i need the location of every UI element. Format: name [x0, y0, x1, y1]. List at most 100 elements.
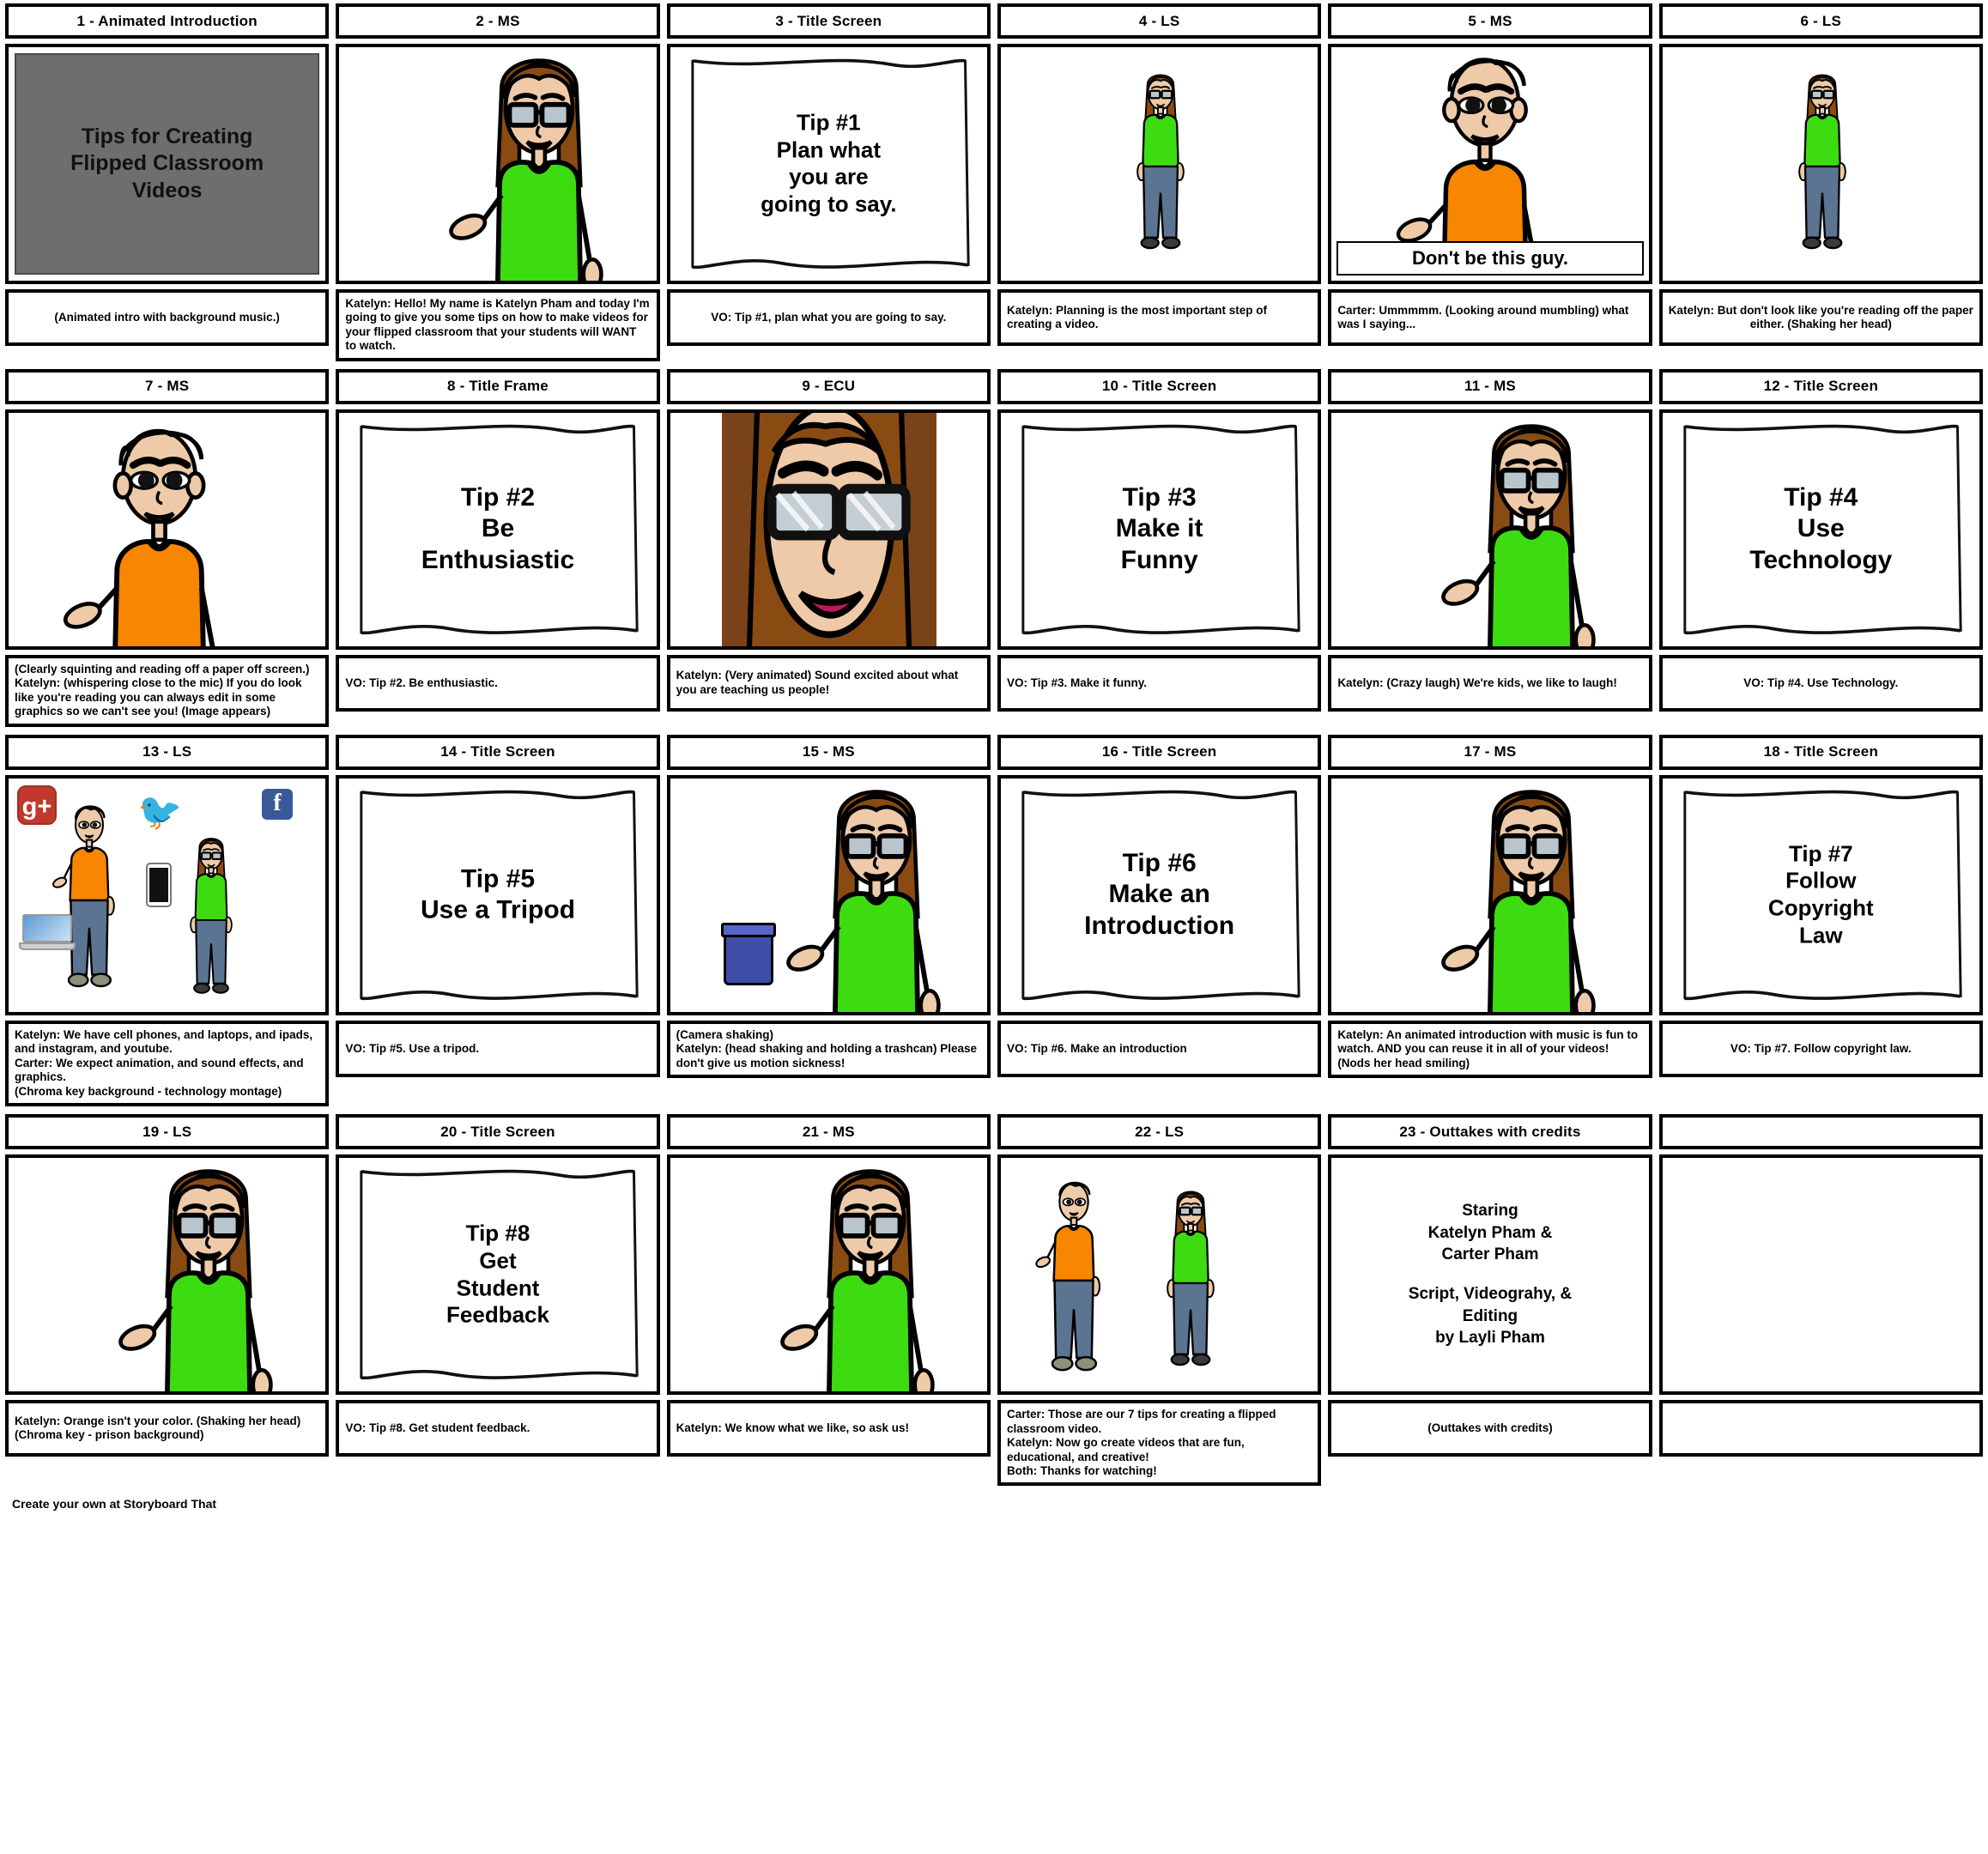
storyboard-cell[interactable]: 9 - ECU Katelyn: (Very animated) Sound e… [666, 368, 991, 727]
paper-title-line: Feedback [446, 1301, 549, 1328]
panel-caption[interactable]: Katelyn: Hello! My name is Katelyn Pham … [336, 289, 660, 361]
caption-line: (Outtakes with credits) [1427, 1421, 1553, 1434]
paper-title-line: Follow [1785, 868, 1857, 894]
panel-title: 21 - MS [666, 1114, 991, 1150]
panel-artwork [1658, 44, 1983, 284]
storyboard-cell[interactable]: 14 - Title Screen Tip #5 Use a Tripod VO: … [336, 734, 660, 1106]
paper-title-line: Tip #2 [460, 482, 536, 512]
caption-line: VO: Tip #2. Be enthusiastic. [345, 676, 498, 689]
storyboard-cell[interactable]: 5 - MS Don't be this guy. Carter: Ummmmm.… [1328, 3, 1652, 361]
storyboard-cell[interactable]: 18 - Title Screen Tip #7 Follow Copyright L… [1658, 734, 1983, 1106]
storyboard-cell[interactable]: 10 - Title Screen Tip #3 Make it Funny VO: … [997, 368, 1322, 727]
panel-caption[interactable]: Katelyn: We know what we like, so ask us… [666, 1400, 991, 1457]
panel-caption[interactable]: VO: Tip #7. Follow copyright law. [1658, 1020, 1983, 1077]
paper-title-text: Tip #6 Make an Introduction [1001, 848, 1318, 942]
credits-line: by Layli Pham [1435, 1329, 1545, 1348]
paper-title-text: Tip #3 Make it Funny [1001, 482, 1318, 577]
caption-line: Carter: Those are our 7 tips for creatin… [1006, 1408, 1276, 1435]
paper-title-line: Use [1797, 514, 1845, 543]
caption-line: Katelyn: Hello! My name is Katelyn Pham … [345, 297, 650, 353]
panel-caption[interactable]: Katelyn: An animated introduction with m… [1328, 1020, 1652, 1079]
storyboard-cell[interactable]: 7 - MS (Clearly squinting and reading of… [5, 368, 330, 727]
storyboard-cell[interactable]: 23 - Outtakes with credits Staring Katelyn… [1328, 1114, 1652, 1486]
panel-artwork: Tip #7 Follow Copyright Law [1658, 774, 1983, 1015]
panel-artwork: Tip #4 Use Technology [1658, 409, 1983, 650]
paper-title-line: you are [789, 164, 869, 190]
storyboard-cell[interactable]: 8 - Title Frame Tip #2 Be Enthusiastic VO: … [336, 368, 660, 727]
panel-caption[interactable]: VO: Tip #6. Make an introduction [997, 1020, 1322, 1077]
caption-line: Katelyn: But don't look like you're read… [1668, 303, 1973, 330]
panel-caption[interactable]: VO: Tip #2. Be enthusiastic. [336, 654, 660, 712]
panel-caption[interactable]: VO: Tip #4. Use Technology. [1658, 654, 1983, 712]
panel-caption[interactable]: VO: Tip #5. Use a tripod. [336, 1020, 660, 1077]
panel-caption[interactable] [1658, 1400, 1983, 1457]
paper-title-line: Introduction [1084, 912, 1235, 941]
panel-artwork [997, 44, 1322, 284]
storyboard-cell[interactable] [1658, 1114, 1983, 1486]
caption-line: VO: Tip #5. Use a tripod. [345, 1041, 480, 1055]
caption-line: Katelyn: (Crazy laugh) We're kids, we li… [1337, 676, 1617, 689]
panel-caption[interactable]: Katelyn: (Crazy laugh) We're kids, we li… [1328, 654, 1652, 712]
panel-caption[interactable]: VO: Tip #3. Make it funny. [997, 654, 1322, 712]
storyboard-row: 1 - Animated Introduction Tips for Creati… [5, 3, 1983, 361]
panel-artwork [1328, 409, 1652, 650]
panel-caption[interactable]: Carter: Those are our 7 tips for creatin… [997, 1400, 1322, 1487]
storyboard-cell[interactable]: 6 - LS Katelyn: But don't look like you'… [1658, 3, 1983, 361]
paper-title-line: Funny [1120, 546, 1198, 575]
panel-caption[interactable]: Katelyn: We have cell phones, and laptop… [5, 1020, 330, 1107]
panel-artwork [336, 44, 660, 284]
panel-caption[interactable]: VO: Tip #1, plan what you are going to s… [666, 289, 991, 346]
panel-artwork [1658, 1154, 1983, 1396]
panel-caption[interactable]: Katelyn: Orange isn't your color. (Shaki… [5, 1400, 330, 1457]
panel-title: 16 - Title Screen [997, 734, 1322, 770]
storyboard-cell[interactable]: 4 - LS Katelyn: Planning is the most imp… [997, 3, 1322, 361]
storyboard-cell[interactable]: 17 - MS Katelyn: An animated introductio… [1328, 734, 1652, 1106]
storyboard-cell[interactable]: 15 - MS (Camera shaking) Katelyn: (head … [666, 734, 991, 1106]
caption-line: Katelyn: (head shaking and holding a tra… [676, 1042, 977, 1069]
panel-artwork: Tip #5 Use a Tripod [336, 774, 660, 1015]
caption-line: (Chroma key background - technology mont… [15, 1084, 282, 1098]
paper-title-line: Be [481, 514, 515, 543]
panel-title: 3 - Title Screen [666, 3, 991, 39]
panel-caption[interactable]: VO: Tip #8. Get student feedback. [336, 1400, 660, 1457]
caption-line: (Chroma key - prison background) [15, 1428, 204, 1442]
panel-artwork: Tip #2 Be Enthusiastic [336, 409, 660, 650]
panel-title: 9 - ECU [666, 368, 991, 404]
panel-caption[interactable]: (Outtakes with credits) [1328, 1400, 1652, 1457]
storyboard-cell[interactable]: 3 - Title Screen Tip #1 Plan what you are g… [666, 3, 991, 361]
paper-title-frame: Tip #5 Use a Tripod [339, 779, 656, 1012]
storyboard-cell[interactable]: 16 - Title Screen Tip #6 Make an Introduct… [997, 734, 1322, 1106]
storyboard-cell[interactable]: 11 - MS Katelyn: (Crazy laugh) We're kid… [1328, 368, 1652, 727]
panel-title: 7 - MS [5, 368, 330, 404]
panel-caption[interactable]: Katelyn: But don't look like you're read… [1658, 289, 1983, 346]
paper-title-text: Tip #4 Use Technology [1663, 482, 1979, 577]
dont-be-this-guy-banner: Don't be this guy. [1336, 241, 1644, 276]
storyboard-cell[interactable]: 22 - LS Carter: Those are our 7 tips for… [997, 1114, 1322, 1487]
paper-title-line: Tip #6 [1122, 848, 1197, 877]
paper-title-frame: Tip #6 Make an Introduction [1001, 779, 1318, 1012]
panel-caption[interactable]: (Clearly squinting and reading off a pap… [5, 654, 330, 727]
storyboard-cell[interactable]: 19 - LS Katelyn: Orange isn't your color… [5, 1114, 330, 1486]
panel-caption[interactable]: Katelyn: (Very animated) Sound excited a… [666, 654, 991, 712]
panel-caption[interactable]: (Camera shaking) Katelyn: (head shaking a… [666, 1020, 991, 1079]
storyboard-cell[interactable]: 21 - MS Katelyn: We know what we like, s… [666, 1114, 991, 1486]
storyboard-cell[interactable]: 12 - Title Screen Tip #4 Use Technology VO:… [1658, 368, 1983, 727]
paper-title-text: Tip #2 Be Enthusiastic [339, 482, 656, 577]
caption-line: (Camera shaking) [676, 1027, 773, 1041]
storyboard-cell[interactable]: 2 - MS Katelyn: Hello! My name is Kately… [336, 3, 660, 361]
paper-title-line: Use a Tripod [420, 895, 576, 924]
storyboard-cell[interactable]: 13 - LS g+ 🐦 f Katelyn: We have cell pho… [5, 734, 330, 1107]
caption-line: VO: Tip #8. Get student feedback. [345, 1421, 530, 1434]
panel-caption[interactable]: (Animated intro with background music.) [5, 289, 330, 346]
paper-title-line: Get [479, 1247, 517, 1274]
panel-caption[interactable]: Katelyn: Planning is the most important … [997, 289, 1322, 346]
caption-line: Katelyn: We have cell phones, and laptop… [15, 1027, 313, 1056]
storyboard-row: 19 - LS Katelyn: Orange isn't your color… [5, 1114, 1983, 1487]
caption-line: Both: Thanks for watching! [1006, 1463, 1157, 1477]
storyboard-cell[interactable]: 20 - Title Screen Tip #8 Get Student Feedba… [336, 1114, 660, 1486]
paper-title-line: Tip #1 [796, 109, 861, 136]
paper-title-line: Tip #7 [1788, 840, 1853, 867]
paper-title-frame: Tip #8 Get Student Feedback [339, 1158, 656, 1391]
storyboard-cell[interactable]: 1 - Animated Introduction Tips for Creati… [5, 3, 330, 361]
panel-caption[interactable]: Carter: Ummmmm. (Looking around mumbling… [1328, 289, 1652, 346]
